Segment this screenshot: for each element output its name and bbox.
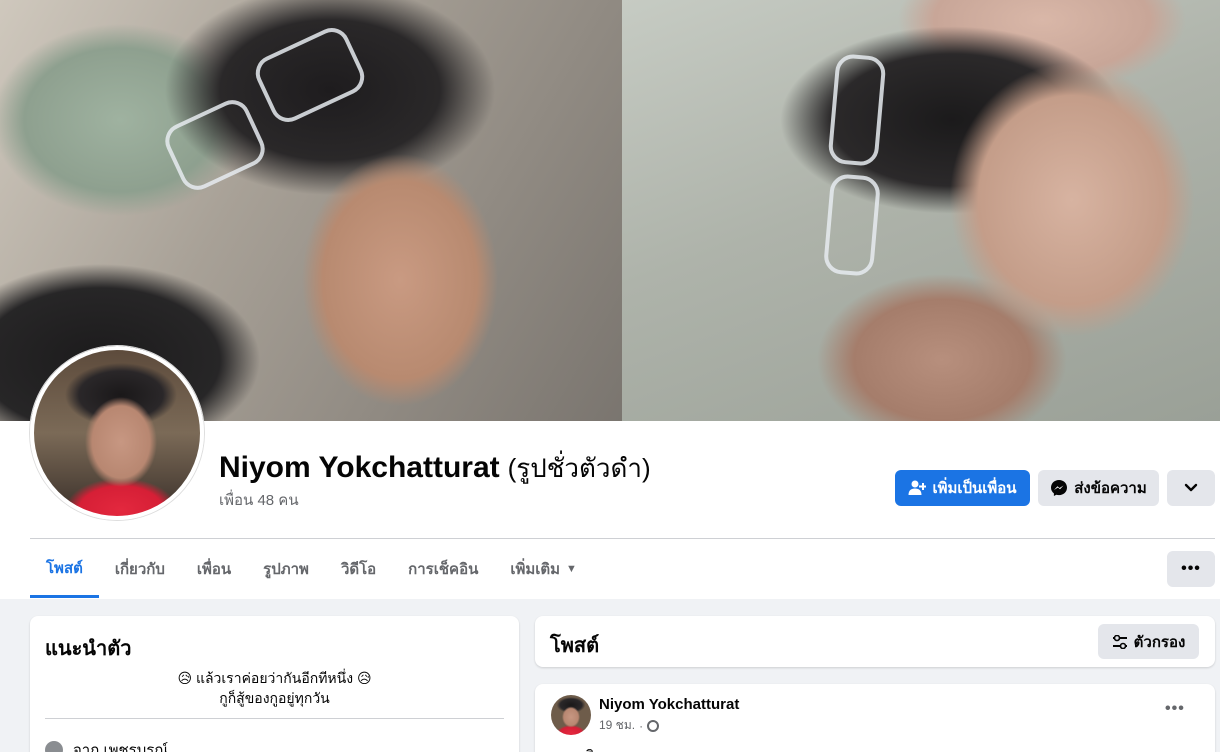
add-friend-button[interactable]: เพิ่มเป็นเพื่อน [895, 470, 1030, 506]
tab-photos[interactable]: รูปภาพ [247, 540, 325, 598]
cover-photo[interactable] [0, 0, 1220, 421]
tab-more[interactable]: เพิ่มเติม ▼ [494, 540, 593, 598]
posts-title: โพสต์ [550, 635, 600, 657]
post-options-button[interactable]: ••• [1165, 700, 1185, 718]
globe-icon [647, 719, 660, 732]
profile-name: Niyom Yokchatturat [219, 451, 500, 484]
tabs-more-options-button[interactable]: ••• [1167, 551, 1215, 587]
post-text: ของจริง [551, 744, 602, 752]
intro-location: จาก เพชรบูรณ์ [41, 737, 168, 752]
tab-about[interactable]: เกี่ยวกับ [99, 540, 181, 598]
tab-label: โพสต์ [46, 559, 83, 577]
location-pin-icon [41, 737, 67, 752]
bio-line-2: กูก็สู้ของกูอยู่ทุกวัน [219, 690, 330, 706]
tab-videos[interactable]: วิดีโอ [325, 540, 392, 598]
post-author-avatar[interactable] [551, 695, 591, 735]
filter-icon [1112, 634, 1128, 649]
post-author-name[interactable]: Niyom Yokchatturat [599, 696, 739, 713]
caret-down-icon: ▼ [566, 563, 577, 575]
chevron-down-icon [1184, 483, 1198, 493]
add-friend-icon [908, 480, 927, 496]
profile-tabs: โพสต์ เกี่ยวกับ เพื่อน รูปภาพ วิดีโอ การ… [30, 540, 593, 598]
profile-alternate-name: (รูปชั่วตัวดำ) [507, 453, 651, 483]
filter-label: ตัวกรอง [1133, 633, 1186, 651]
tab-label: เพื่อน [196, 561, 232, 578]
friends-count[interactable]: เพื่อน 48 คน [219, 488, 299, 512]
posts-header-card: โพสต์ ตัวกรอง [535, 616, 1215, 667]
intro-title: แนะนำตัว [45, 638, 132, 660]
tab-label: การเช็คอิน [408, 561, 479, 578]
cover-photo-right-half [622, 0, 1220, 421]
intro-divider [45, 718, 504, 719]
message-button[interactable]: ส่งข้อความ [1038, 470, 1159, 506]
tab-friends[interactable]: เพื่อน [181, 540, 247, 598]
messenger-icon [1050, 479, 1068, 497]
bio: 😥 แล้วเราค่อยว่ากันอีกทีหนึ่ง 😥 กูก็สู้ข… [30, 668, 519, 708]
post-card: Niyom Yokchatturat 19 ชม. · ••• ของจริง [535, 684, 1215, 752]
intro-card: แนะนำตัว 😥 แล้วเราค่อยว่ากันอีกทีหนึ่ง 😥… [30, 616, 519, 752]
profile-picture[interactable] [30, 346, 204, 520]
message-label: ส่งข้อความ [1074, 480, 1147, 497]
tab-label: วิดีโอ [340, 561, 377, 578]
more-actions-button[interactable] [1167, 470, 1215, 506]
header-divider [30, 538, 1215, 539]
tab-label: รูปภาพ [263, 561, 309, 578]
location-text[interactable]: จาก เพชรบูรณ์ [73, 738, 168, 752]
add-friend-label: เพิ่มเป็นเพื่อน [932, 480, 1017, 497]
tab-label: เพิ่มเติม [510, 561, 561, 578]
tab-check-ins[interactable]: การเช็คอิน [392, 540, 494, 598]
meta-dot: · [639, 718, 644, 733]
tab-label: เกี่ยวกับ [114, 561, 165, 578]
bio-line-1: 😥 แล้วเราค่อยว่ากันอีกทีหนึ่ง 😥 [177, 670, 372, 686]
filter-button[interactable]: ตัวกรอง [1098, 624, 1199, 659]
post-meta: 19 ชม. · [599, 716, 660, 735]
profile-name-row: Niyom Yokchatturat (รูปชั่วตัวดำ) [219, 448, 651, 489]
tab-posts[interactable]: โพสต์ [30, 540, 99, 598]
post-time[interactable]: 19 ชม. [599, 716, 635, 735]
ellipsis-icon: ••• [1181, 560, 1201, 577]
ellipsis-icon: ••• [1165, 700, 1185, 717]
